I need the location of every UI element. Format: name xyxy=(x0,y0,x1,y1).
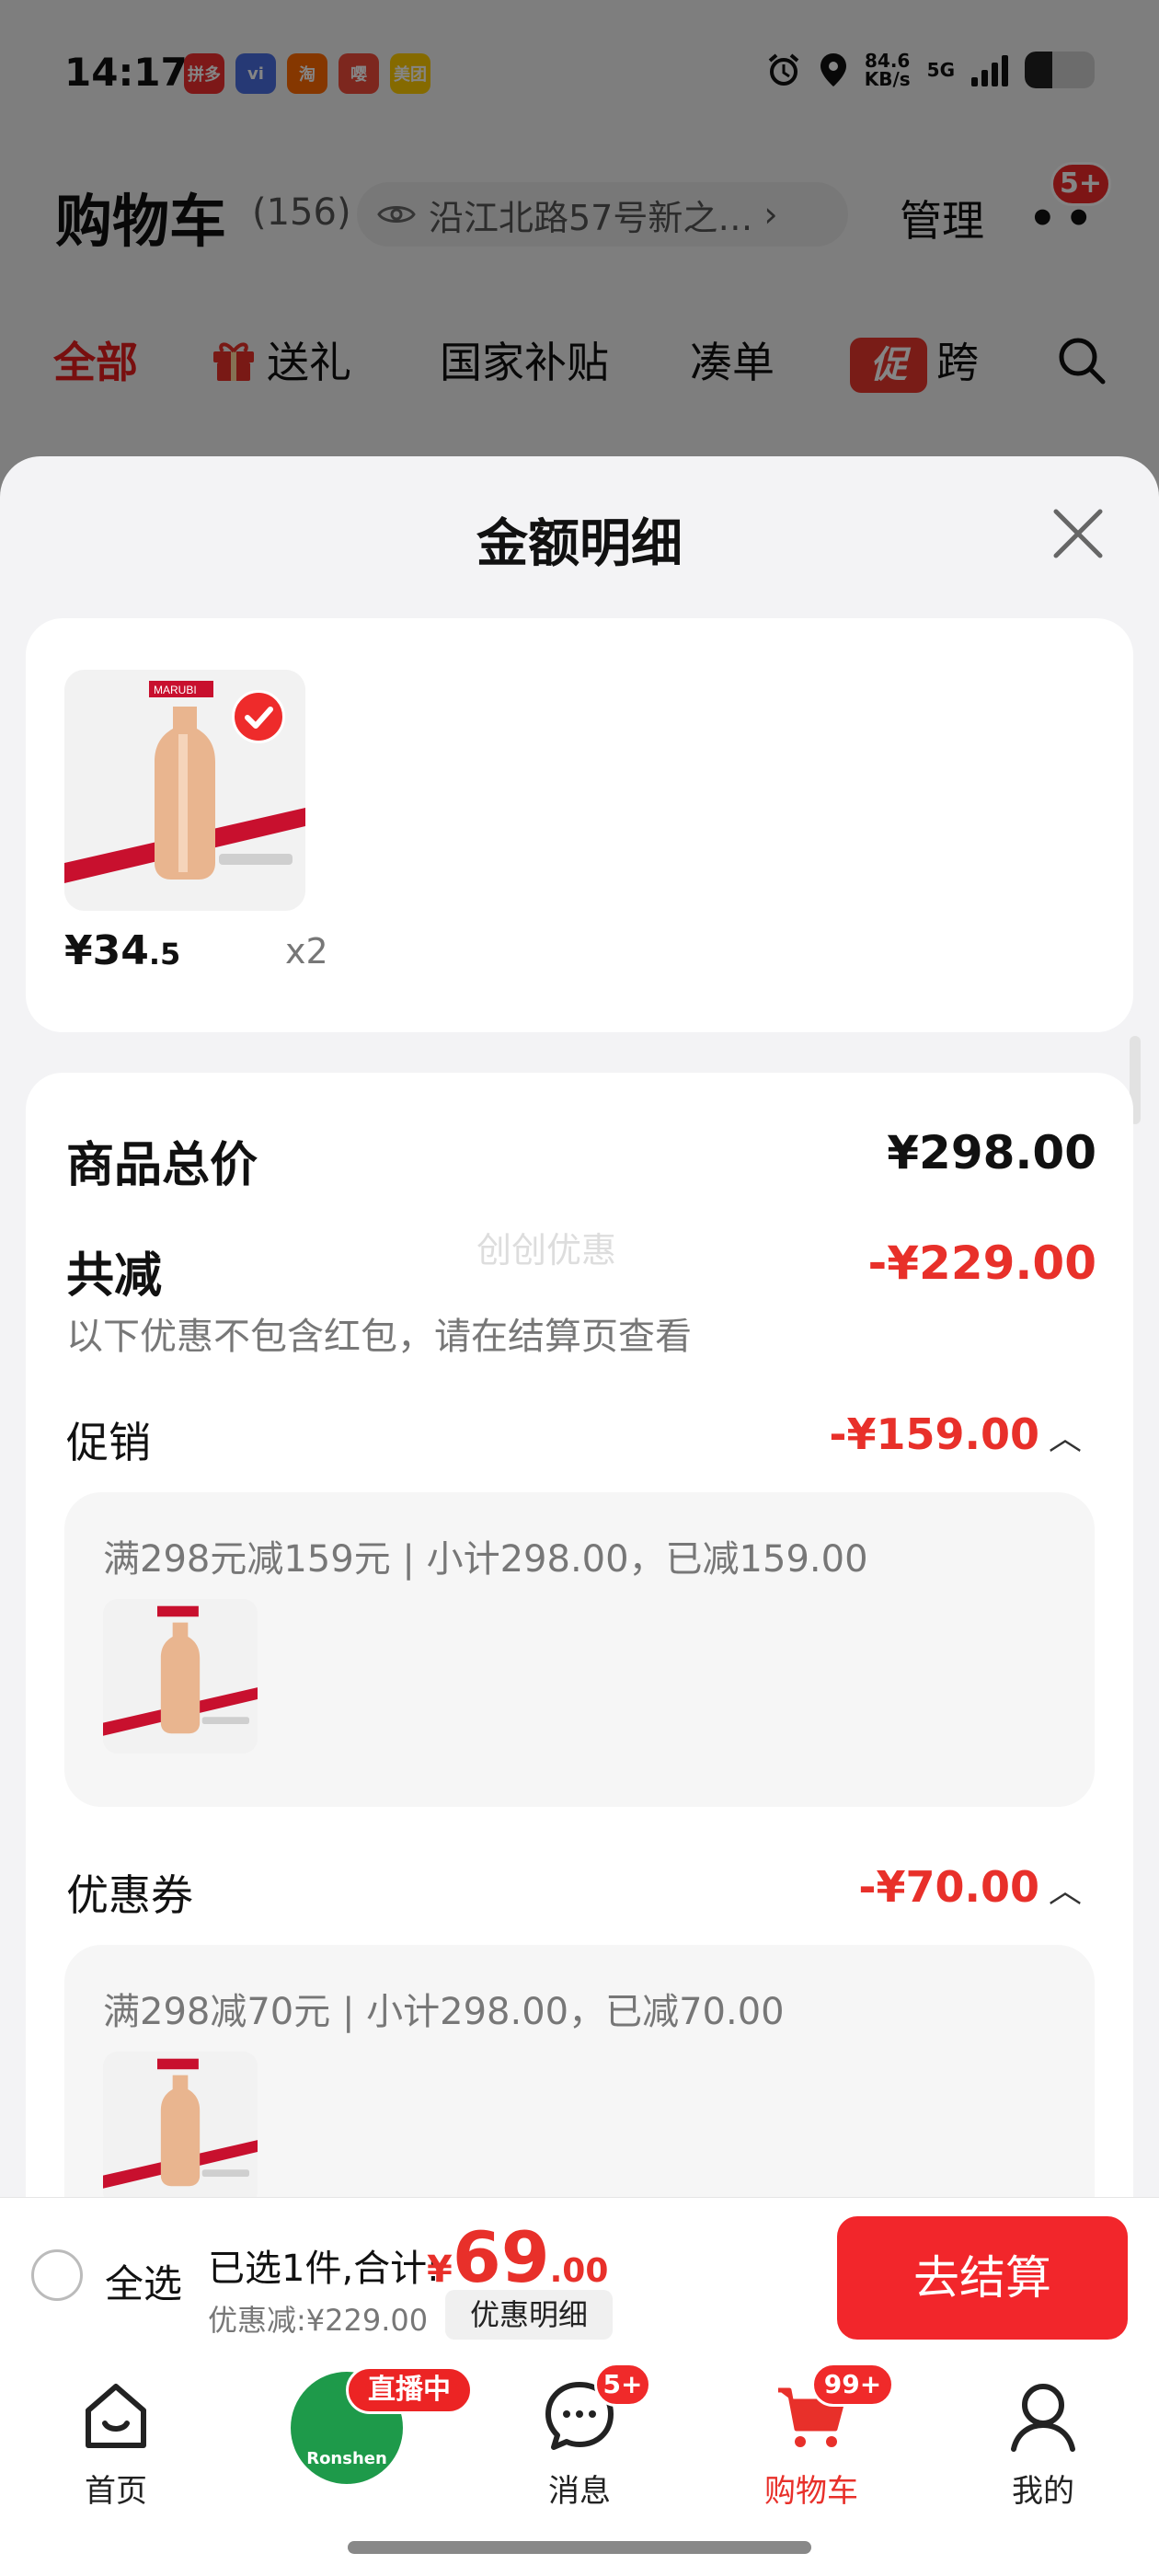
product-card: MARUBI ¥34.5 x2 xyxy=(26,618,1133,1032)
select-all-label[interactable]: 全选 xyxy=(105,2253,182,2309)
profile-icon xyxy=(1011,2384,1075,2452)
price-breakdown-card: 商品总价 ¥298.00 创创优惠 共减 -¥229.00 以下优惠不包含红包，… xyxy=(26,1073,1133,2197)
sheet-title: 金额明细 xyxy=(476,514,683,574)
promotion-detail: 满298元减159元 | 小计298.00，已减159.00 xyxy=(64,1492,1095,1807)
product-price: ¥34.5 xyxy=(64,927,181,974)
total-amount: ¥69.00 xyxy=(427,2216,609,2298)
live-badge: 直播中 xyxy=(346,2366,473,2414)
product-quantity: x2 xyxy=(285,931,328,972)
discount-total: 优惠减:¥229.00 xyxy=(208,2303,429,2338)
coupon-label: 优惠券 xyxy=(66,1870,193,1920)
amount-detail-sheet: 金额明细 MARUBI ¥34.5 x2 商品总价 ¥298.00 创创优惠 共… xyxy=(0,456,1159,2197)
total-price-label: 商品总价 xyxy=(66,1138,258,1193)
promotion-label: 促销 xyxy=(66,1418,151,1467)
modal-overlay[interactable] xyxy=(0,0,1159,478)
nav-mine[interactable]: 我的 xyxy=(979,2375,1107,2511)
home-icon xyxy=(86,2384,146,2448)
serum-bottle-image xyxy=(103,1599,258,1754)
svg-text:MARUBI: MARUBI xyxy=(154,684,197,696)
select-all-radio[interactable] xyxy=(31,2249,83,2301)
nav-home[interactable]: 首页 xyxy=(52,2375,180,2511)
discount-detail-button[interactable]: 优惠明细 xyxy=(445,2290,613,2340)
home-indicator[interactable] xyxy=(348,2541,811,2554)
watermark-text: 创创优惠 xyxy=(476,1230,617,1271)
coupon-product-image xyxy=(103,2052,258,2197)
coupon-value[interactable]: -¥70.00 ︿ xyxy=(858,1862,1082,1912)
coupon-detail-text: 满298减70元 | 小计298.00，已减70.00 xyxy=(103,1991,785,2033)
messages-badge: 5+ xyxy=(594,2363,651,2407)
serum-bottle-image xyxy=(103,2052,258,2197)
close-icon[interactable] xyxy=(1049,504,1107,563)
chevron-up-icon: ︿ xyxy=(1048,1872,1082,1910)
selected-summary: 已选1件,合计: xyxy=(208,2248,440,2290)
reduce-note: 以下优惠不包含红包，请在结算页查看 xyxy=(66,1316,692,1358)
product-image[interactable]: MARUBI xyxy=(64,670,305,911)
checkout-bar: 全选 已选1件,合计: ¥69.00 优惠减:¥229.00 优惠明细 去结算 xyxy=(0,2197,1159,2355)
total-reduce-value: -¥229.00 xyxy=(867,1236,1097,1290)
chevron-up-icon: ︿ xyxy=(1048,1420,1082,1457)
total-reduce-label: 共减 xyxy=(66,1248,163,1304)
promotion-detail-text: 满298元减159元 | 小计298.00，已减159.00 xyxy=(103,1538,868,1581)
promotion-value[interactable]: -¥159.00 ︿ xyxy=(829,1409,1082,1459)
coupon-detail: 满298减70元 | 小计298.00，已减70.00 xyxy=(64,1945,1095,2197)
selected-check-icon[interactable] xyxy=(232,690,285,743)
checkout-button[interactable]: 去结算 xyxy=(837,2216,1128,2340)
cart-badge: 99+ xyxy=(811,2363,894,2407)
total-price-value: ¥298.00 xyxy=(887,1126,1096,1179)
promotion-product-image xyxy=(103,1599,258,1754)
